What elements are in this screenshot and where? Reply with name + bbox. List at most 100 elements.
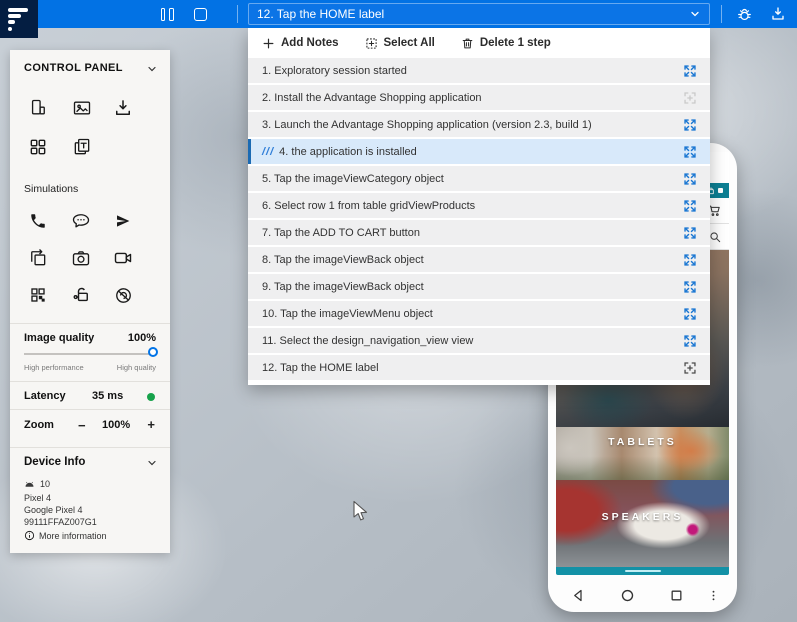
divider — [10, 447, 170, 448]
locate-step-icon[interactable] — [682, 225, 698, 241]
locate-step-icon[interactable] — [682, 171, 698, 187]
more-information-link[interactable]: More information — [24, 530, 107, 541]
android-recents-icon[interactable] — [666, 585, 686, 605]
locate-step-icon[interactable] — [682, 279, 698, 295]
step-row[interactable]: 7. Tap the ADD TO CART button — [248, 220, 710, 245]
step-label: 11. Select the design_navigation_view vi… — [262, 335, 682, 347]
select-all-button[interactable]: Select All — [365, 37, 435, 50]
step-label: 10. Tap the imageViewMenu object — [262, 308, 682, 320]
apps-icon[interactable] — [27, 136, 49, 158]
current-step-value: 12. Tap the HOME label — [257, 7, 689, 21]
call-simulation-icon[interactable] — [27, 210, 49, 232]
video-simulation-icon[interactable] — [112, 247, 134, 269]
appbar-badge — [718, 188, 723, 193]
locate-step-icon[interactable] — [682, 63, 698, 79]
os-version: 10 — [40, 479, 50, 489]
step-row[interactable]: 3. Launch the Advantage Shopping applica… — [248, 112, 710, 137]
download-icon[interactable] — [766, 0, 790, 28]
step-label: 6. Select row 1 from table gridViewProdu… — [262, 200, 682, 212]
category-label: SPEAKERS — [602, 511, 684, 523]
install-app-icon[interactable] — [112, 97, 134, 119]
step-row[interactable]: 6. Select row 1 from table gridViewProdu… — [248, 193, 710, 218]
locate-step-icon[interactable] — [682, 252, 698, 268]
zoom-in-button[interactable]: + — [147, 418, 155, 431]
step-row[interactable]: 8. Tap the imageViewBack object — [248, 247, 710, 272]
app-logo — [0, 0, 38, 38]
category-label: TABLETS — [608, 436, 677, 448]
screenshot-icon[interactable] — [71, 97, 93, 119]
image-quality-label: Image quality — [24, 332, 94, 344]
latency-label: Latency — [24, 390, 66, 402]
quality-min-label: High performance — [24, 363, 84, 372]
current-step-dropdown[interactable]: 12. Tap the HOME label — [248, 3, 710, 25]
step-row[interactable]: 1. Exploratory session started — [248, 58, 710, 83]
step-row[interactable]: 12. Tap the HOME label — [248, 355, 710, 380]
delete-step-button[interactable]: Delete 1 step — [461, 37, 551, 50]
network-condition-icon[interactable] — [112, 284, 134, 306]
device-screen-icon[interactable] — [188, 0, 212, 28]
locate-step-icon[interactable] — [682, 198, 698, 214]
chevron-down-icon[interactable] — [146, 457, 158, 469]
step-label: 8. Tap the imageViewBack object — [262, 254, 682, 266]
sms-simulation-icon[interactable] — [70, 210, 92, 232]
category-tile-tablets[interactable]: TABLETS — [556, 427, 729, 480]
android-menu-icon[interactable] — [703, 585, 723, 605]
latency-status-dot — [147, 393, 155, 401]
locate-step-icon[interactable] — [682, 144, 698, 160]
step-row[interactable]: 2. Install the Advantage Shopping applic… — [248, 85, 710, 110]
device-interaction-icon[interactable] — [27, 97, 49, 119]
bug-report-icon[interactable] — [732, 0, 756, 28]
image-quality-slider-thumb[interactable] — [148, 347, 158, 357]
zoom-out-button[interactable]: − — [78, 419, 86, 432]
background-app-icon[interactable] — [27, 247, 49, 269]
divider — [10, 409, 170, 410]
step-row[interactable]: 9. Tap the imageViewBack object — [248, 274, 710, 299]
step-label: 4. the application is installed — [279, 146, 682, 158]
location-simulation-icon[interactable] — [112, 210, 134, 232]
locate-step-icon[interactable] — [682, 333, 698, 349]
select-all-icon — [365, 37, 378, 50]
locate-step-icon[interactable] — [682, 306, 698, 322]
copy-text-icon[interactable] — [71, 136, 93, 158]
add-notes-label: Add Notes — [281, 37, 339, 49]
device-info-title: Device Info — [24, 456, 85, 468]
pause-icon[interactable] — [155, 0, 179, 28]
locate-step-icon[interactable] — [682, 90, 698, 106]
toolbar-divider — [721, 5, 722, 23]
step-row[interactable]: /// 4. the application is installed — [248, 139, 710, 164]
step-label: 2. Install the Advantage Shopping applic… — [262, 92, 682, 104]
step-row[interactable]: 5. Tap the imageViewCategory object — [248, 166, 710, 191]
step-row[interactable]: 11. Select the design_navigation_view vi… — [248, 328, 710, 353]
image-quality-slider-track[interactable] — [24, 353, 156, 355]
control-panel: CONTROL PANEL Simulations — [10, 50, 170, 553]
android-back-icon[interactable] — [568, 585, 588, 605]
steps-list: 1. Exploratory session started 2. Instal… — [248, 58, 710, 385]
chevron-down-icon — [689, 8, 701, 20]
step-label: 3. Launch the Advantage Shopping applica… — [262, 119, 682, 131]
current-step-marker: /// — [262, 146, 274, 158]
zoom-label: Zoom — [24, 419, 54, 431]
step-label: 7. Tap the ADD TO CART button — [262, 227, 682, 239]
device-serial: 99111FFAZ007G1 — [24, 517, 97, 527]
chevron-down-icon[interactable] — [146, 63, 158, 75]
zoom-value: 100% — [102, 419, 130, 431]
barcode-simulation-icon[interactable] — [27, 284, 49, 306]
authentication-simulation-icon[interactable] — [70, 284, 92, 306]
scroll-indicator — [625, 570, 661, 573]
simulations-label: Simulations — [24, 183, 78, 195]
locate-step-icon[interactable] — [682, 360, 698, 376]
camera-simulation-icon[interactable] — [70, 247, 92, 269]
steps-toolbar: Add Notes Select All Delete 1 step — [248, 28, 710, 58]
mouse-cursor — [352, 500, 369, 523]
step-label: 1. Exploratory session started — [262, 65, 682, 77]
category-tile-speakers[interactable]: SPEAKERS — [556, 480, 729, 567]
plus-icon — [262, 37, 275, 50]
add-notes-button[interactable]: Add Notes — [262, 37, 339, 50]
step-row[interactable]: 10. Tap the imageViewMenu object — [248, 301, 710, 326]
locate-step-icon[interactable] — [682, 117, 698, 133]
android-home-icon[interactable] — [617, 585, 637, 605]
top-toolbar: 12. Tap the HOME label — [0, 0, 797, 28]
android-os-icon — [24, 480, 35, 488]
divider — [10, 323, 170, 324]
latency-value: 35 ms — [92, 390, 123, 402]
